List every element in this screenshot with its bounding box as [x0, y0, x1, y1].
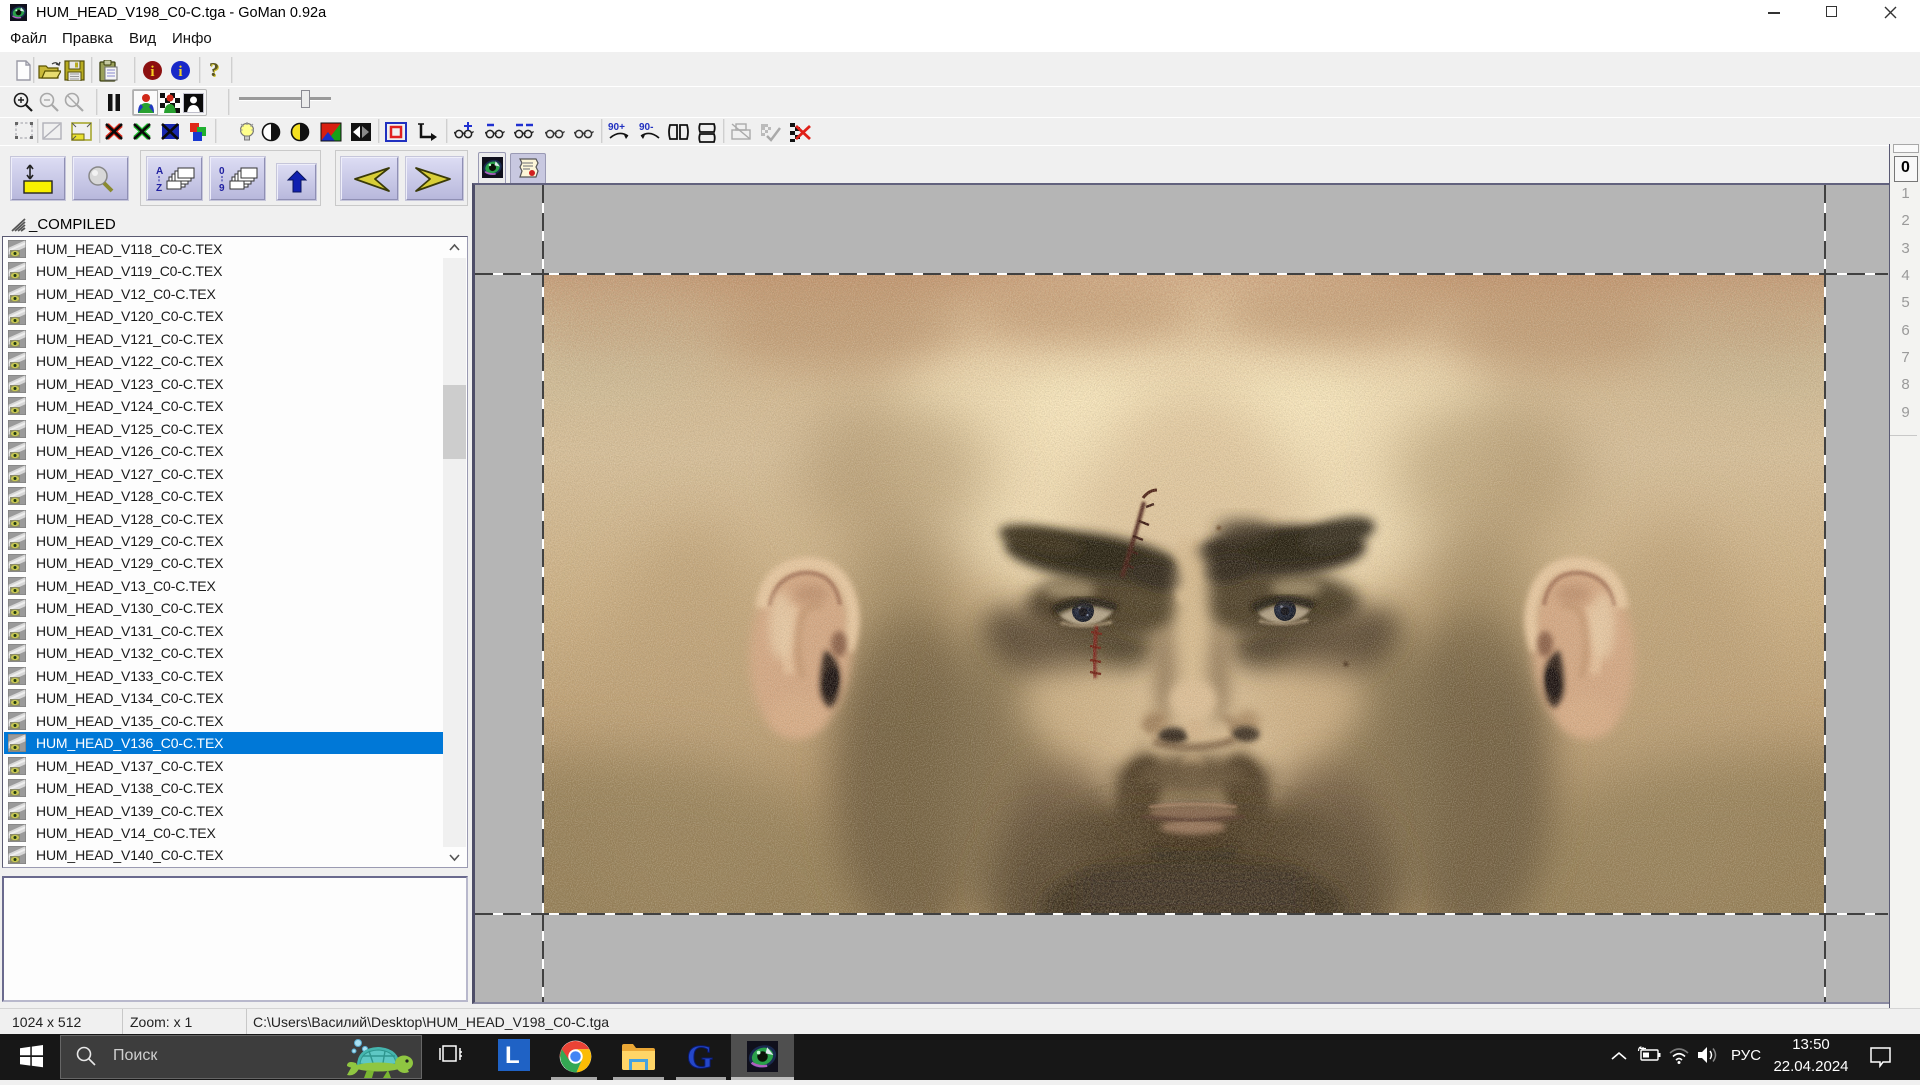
- svg-text:i: i: [178, 64, 182, 80]
- svg-text:G: G: [687, 1039, 713, 1073]
- svg-text:0: 0: [219, 166, 225, 177]
- svg-text:A: A: [156, 166, 163, 177]
- svg-text:90+: 90+: [608, 122, 625, 133]
- svg-text:?: ?: [209, 60, 219, 81]
- svg-text:90-: 90-: [639, 122, 653, 133]
- svg-text:Z: Z: [156, 183, 162, 193]
- svg-text:9: 9: [219, 183, 225, 193]
- svg-text:i: i: [150, 64, 154, 80]
